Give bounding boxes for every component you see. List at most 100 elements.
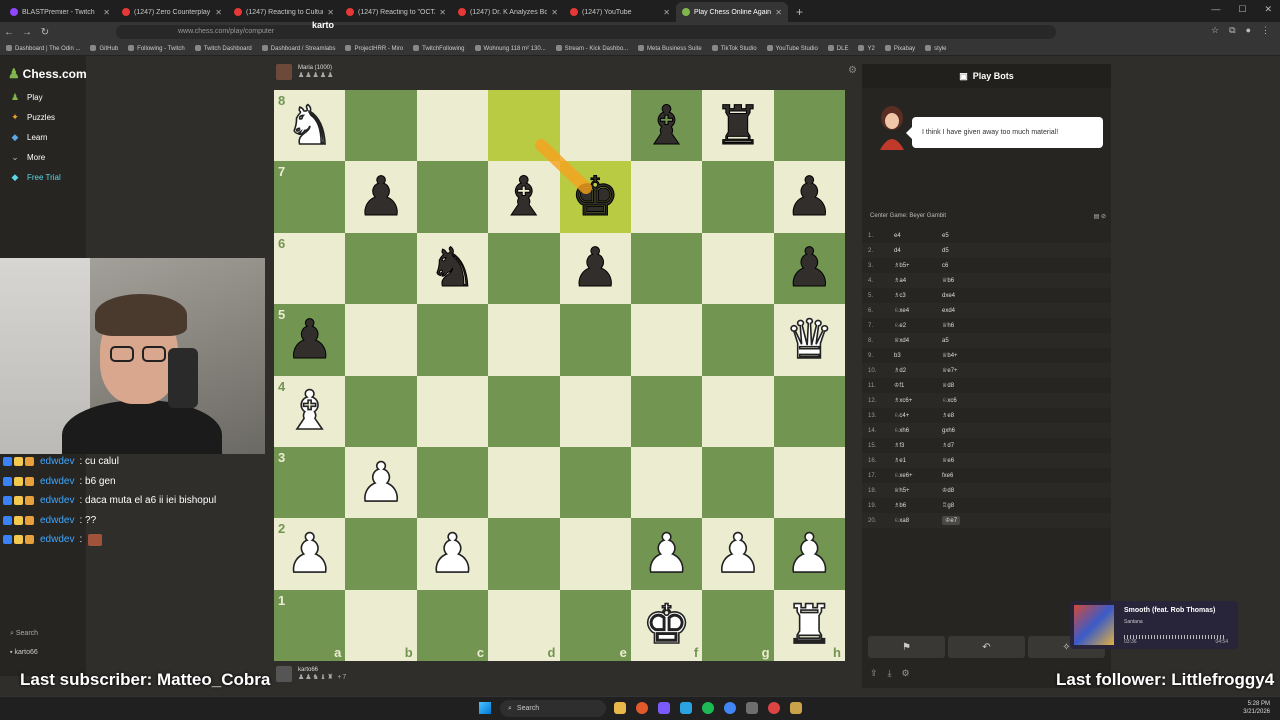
- address-bar[interactable]: www.chess.com/play/computer: [116, 25, 1056, 39]
- white-pawn-icon[interactable]: ♟: [642, 526, 692, 582]
- browser-tab[interactable]: Play Chess Online Against the C✕: [676, 2, 788, 22]
- black-knight-icon[interactable]: ♞: [428, 240, 477, 295]
- black-move[interactable]: e5: [942, 233, 990, 239]
- white-queen-icon[interactable]: ♛: [784, 312, 834, 368]
- share-circle-icon[interactable]: ⊘: [1101, 214, 1106, 220]
- square-a8[interactable]: 8 ♞: [274, 90, 346, 162]
- download-icon[interactable]: ⤓: [888, 668, 892, 679]
- white-rook-icon[interactable]: ♜: [784, 597, 834, 653]
- brave-icon[interactable]: [636, 702, 648, 714]
- black-move[interactable]: fxe6: [942, 473, 990, 479]
- square-g7[interactable]: [702, 161, 774, 233]
- black-move[interactable]: ♕h6: [942, 322, 990, 329]
- white-move[interactable]: ♘xe6+: [894, 472, 942, 479]
- profile-icon[interactable]: ●: [1246, 25, 1251, 36]
- square-b6[interactable]: [345, 232, 417, 305]
- black-move[interactable]: ♕b6: [942, 277, 990, 284]
- browser-tab[interactable]: (1247) Reacting to "OCTANE" b ✕: [340, 2, 452, 22]
- sidebar-item-play[interactable]: ♟ Play: [10, 92, 43, 103]
- close-tab-icon[interactable]: ✕: [103, 8, 110, 17]
- square-e7[interactable]: ♚: [559, 161, 631, 233]
- maximize-icon[interactable]: ☐: [1238, 4, 1246, 15]
- square-a3[interactable]: 3: [274, 446, 346, 519]
- close-tab-icon[interactable]: ✕: [439, 8, 446, 17]
- square-d4[interactable]: [488, 375, 560, 447]
- white-pawn-icon[interactable]: ♟: [784, 526, 834, 582]
- bookmark-item[interactable]: YouTube Studio: [767, 45, 818, 52]
- square-g1[interactable]: g: [702, 589, 774, 661]
- square-h8[interactable]: [773, 90, 845, 162]
- close-tab-icon[interactable]: ✕: [551, 8, 558, 17]
- extensions-icon[interactable]: ⧉: [1229, 25, 1235, 36]
- square-a4[interactable]: 4 ♝: [274, 375, 346, 447]
- square-b4[interactable]: [345, 375, 417, 447]
- bookmark-item[interactable]: Pixabay: [885, 45, 915, 52]
- square-d1[interactable]: d: [488, 589, 560, 661]
- white-move[interactable]: ♗e1: [894, 457, 942, 464]
- spotify-icon[interactable]: [702, 702, 714, 714]
- forward-icon[interactable]: →: [18, 27, 36, 38]
- black-move[interactable]: ♕d8: [942, 382, 990, 389]
- square-b8[interactable]: [345, 90, 417, 162]
- square-e5[interactable]: [559, 304, 631, 376]
- bookmark-item[interactable]: style: [925, 45, 946, 52]
- square-h3[interactable]: [773, 446, 845, 519]
- white-move[interactable]: b3: [894, 353, 942, 359]
- white-move[interactable]: ♘c4+: [894, 412, 942, 419]
- square-d3[interactable]: [488, 446, 560, 519]
- square-f5[interactable]: [630, 304, 703, 376]
- close-tab-icon[interactable]: ✕: [775, 8, 782, 17]
- browser-tab[interactable]: (1247) YouTube ✕: [564, 2, 676, 22]
- white-move[interactable]: ♗f3: [894, 442, 942, 449]
- square-g5[interactable]: [702, 304, 774, 376]
- book-icon[interactable]: ▤: [1094, 214, 1100, 220]
- black-pawn-icon[interactable]: ♟: [285, 312, 334, 367]
- black-bishop-icon[interactable]: ♝: [642, 98, 691, 153]
- square-d7[interactable]: ♝: [488, 161, 560, 233]
- square-c4[interactable]: [416, 375, 489, 447]
- square-h5[interactable]: ♛: [773, 304, 845, 376]
- chesscom-logo[interactable]: ♟ Chess.com: [8, 66, 87, 82]
- system-tray[interactable]: 5:28 PM 3/21/2026: [1243, 700, 1270, 716]
- white-bishop-icon[interactable]: ♝: [285, 383, 335, 439]
- share-icon[interactable]: ⇪: [870, 668, 878, 679]
- file-explorer-icon[interactable]: [614, 702, 626, 714]
- square-g2[interactable]: ♟: [702, 518, 774, 590]
- square-f2[interactable]: ♟: [630, 518, 703, 590]
- square-e2[interactable]: [559, 518, 631, 590]
- sidebar-item-more[interactable]: ⌄ More: [10, 152, 45, 163]
- black-rook-icon[interactable]: ♜: [713, 98, 762, 153]
- black-move[interactable]: ♗d7: [942, 442, 990, 449]
- square-e1[interactable]: e: [559, 589, 631, 661]
- white-move[interactable]: ♘xh6: [894, 427, 942, 434]
- settings-icon[interactable]: ⚙: [902, 668, 910, 679]
- square-e8[interactable]: [559, 90, 631, 162]
- bookmark-item[interactable]: DLE: [828, 45, 849, 52]
- bookmark-item[interactable]: GitHub: [90, 45, 118, 52]
- white-move[interactable]: ♘xe4: [894, 307, 942, 314]
- square-g3[interactable]: [702, 446, 774, 519]
- close-tab-icon[interactable]: ✕: [663, 8, 670, 17]
- white-move[interactable]: ♘e2: [894, 322, 942, 329]
- square-f1[interactable]: f ♚: [630, 589, 703, 661]
- square-a2[interactable]: 2 ♟: [274, 518, 346, 590]
- white-move[interactable]: ♗b6: [894, 502, 942, 509]
- close-tab-icon[interactable]: ✕: [215, 8, 222, 17]
- square-h7[interactable]: ♟: [773, 161, 845, 233]
- black-move[interactable]: a5: [942, 338, 990, 344]
- black-move[interactable]: ♕e6: [942, 457, 990, 464]
- black-bishop-icon[interactable]: ♝: [499, 169, 548, 224]
- black-move[interactable]: ♖g8: [942, 502, 990, 509]
- bookmark-item[interactable]: Dashboard / Streamlabs: [262, 45, 336, 52]
- square-c8[interactable]: [416, 90, 489, 162]
- chess-board[interactable]: 8 ♞ ♝ ♜ 7 ♟ ♝ ♚ ♟ 6 ♞ ♟ ♟ 5 ♟ ♛ 4 ♝ 3 ♟ 2 ♟ ♟ ♟ ♟ ♟ 1 a b c d e f ♚ g h ♜: [274, 90, 845, 661]
- undo-button[interactable]: ↶: [948, 636, 1025, 658]
- white-move[interactable]: e4: [894, 233, 942, 239]
- square-g8[interactable]: ♜: [702, 90, 774, 162]
- square-e3[interactable]: [559, 446, 631, 519]
- minimize-icon[interactable]: —: [1211, 4, 1220, 15]
- menu-icon[interactable]: ⋮: [1261, 25, 1270, 36]
- reload-icon[interactable]: ↻: [36, 27, 54, 38]
- white-move[interactable]: ♘xa8: [894, 517, 942, 524]
- sidebar-item-free-trial[interactable]: ◆ Free Trial: [10, 172, 61, 183]
